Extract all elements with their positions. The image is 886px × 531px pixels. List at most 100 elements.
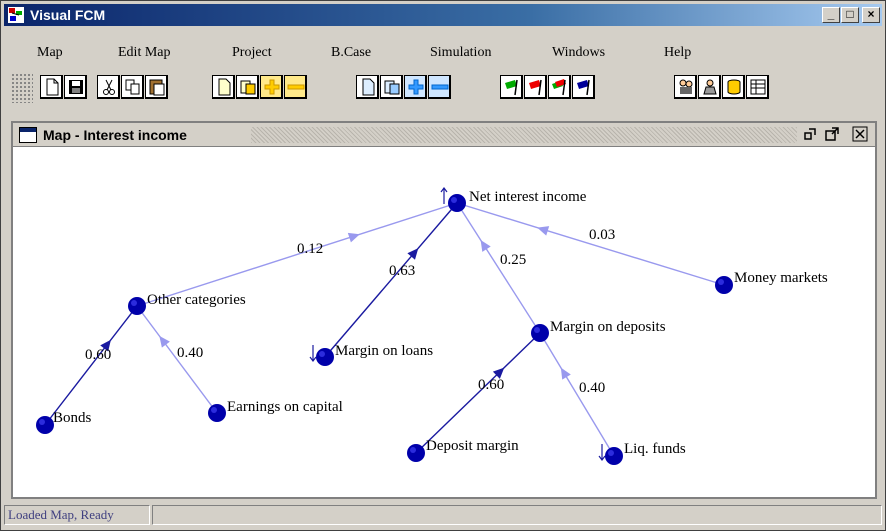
cut-icon xyxy=(103,79,115,95)
add-node-button[interactable] xyxy=(260,75,283,99)
menu-edit-map[interactable]: Edit Map xyxy=(118,45,171,61)
node-lf[interactable] xyxy=(605,447,623,465)
edge-weight-label: 0.40 xyxy=(579,380,605,396)
red-flag-icon xyxy=(529,79,542,96)
copy-icon xyxy=(125,79,140,95)
edge-arrow xyxy=(560,367,571,380)
edge-bonds-oc[interactable] xyxy=(44,305,138,426)
multi-flag-button[interactable] xyxy=(548,75,571,99)
people-button[interactable] xyxy=(674,75,697,99)
maximize-icon[interactable] xyxy=(823,126,841,143)
edge-weight-label: 0.03 xyxy=(589,227,615,243)
paste-button[interactable] xyxy=(145,75,168,99)
title-bar[interactable]: Visual FCM _ □ × xyxy=(4,4,882,26)
remove-yellow-icon xyxy=(287,84,305,90)
open-node-button[interactable] xyxy=(236,75,259,99)
node-mm[interactable] xyxy=(715,276,733,294)
remove-blue-icon xyxy=(431,84,449,90)
node-nii[interactable] xyxy=(448,194,466,212)
group-icon xyxy=(703,79,717,95)
table-icon xyxy=(750,79,766,95)
app-icon xyxy=(8,7,24,23)
save-icon xyxy=(69,80,83,94)
database-button[interactable] xyxy=(722,75,745,99)
new-icon xyxy=(46,78,59,96)
status-bar: Loaded Map, Ready xyxy=(4,503,882,527)
blue-flag-button[interactable] xyxy=(572,75,595,99)
edge-mm-nii[interactable] xyxy=(456,202,725,286)
group-button[interactable] xyxy=(698,75,721,99)
node-highlight xyxy=(131,300,137,306)
node-label-mod: Margin on deposits xyxy=(550,319,666,335)
new-button[interactable] xyxy=(40,75,63,99)
edge-arrow xyxy=(480,239,491,252)
node-highlight xyxy=(39,419,45,425)
new-edge-icon xyxy=(362,78,375,96)
copy-button[interactable] xyxy=(121,75,144,99)
blue-flag-icon xyxy=(577,79,590,96)
new-node-button[interactable] xyxy=(212,75,235,99)
node-eoc[interactable] xyxy=(208,404,226,422)
remove-edge-button[interactable] xyxy=(428,75,451,99)
database-icon xyxy=(727,79,741,95)
red-flag-button[interactable] xyxy=(524,75,547,99)
app-window: Visual FCM _ □ × Map Edit Map Project B.… xyxy=(0,0,886,531)
menu-simulation[interactable]: Simulation xyxy=(430,45,491,61)
edge-weight-label: 0.63 xyxy=(389,263,415,279)
restore-icon[interactable] xyxy=(801,126,819,143)
close-button[interactable]: × xyxy=(862,7,880,23)
menu-help[interactable]: Help xyxy=(664,45,691,61)
node-highlight xyxy=(410,447,416,453)
map-window: Map - Interest income 0.12 0.63 0.25 0.03 0.… xyxy=(11,121,877,499)
node-label-nii: Net interest income xyxy=(469,189,587,205)
edge-arrow xyxy=(347,232,360,243)
edge-weight-label: 0.60 xyxy=(85,347,111,363)
table-button[interactable] xyxy=(746,75,769,99)
map-canvas[interactable]: 0.12 0.63 0.25 0.03 0.60 0.40 0.60 0.40 Net inte… xyxy=(13,147,875,497)
save-button[interactable] xyxy=(64,75,87,99)
node-label-mm: Money markets xyxy=(734,270,828,286)
map-window-title-bar[interactable]: Map - Interest income xyxy=(13,123,875,147)
add-yellow-icon xyxy=(264,79,280,95)
node-oc[interactable] xyxy=(128,297,146,315)
node-highlight xyxy=(608,450,614,456)
node-highlight xyxy=(534,327,540,333)
new-edge-button[interactable] xyxy=(356,75,379,99)
multi-flag-icon xyxy=(552,79,566,96)
open-edge-button[interactable] xyxy=(380,75,403,99)
node-mol[interactable] xyxy=(316,348,334,366)
toolbar-grip[interactable] xyxy=(11,73,33,103)
menu-map[interactable]: Map xyxy=(37,45,63,61)
edge-weight-label: 0.60 xyxy=(478,377,504,393)
edge-dm-mod[interactable] xyxy=(415,332,541,454)
child-close-icon[interactable] xyxy=(851,126,869,143)
edge-weight-label: 0.40 xyxy=(177,345,203,361)
cut-button[interactable] xyxy=(97,75,120,99)
menu-project[interactable]: Project xyxy=(232,45,272,61)
edge-weight-label: 0.25 xyxy=(500,252,526,268)
node-label-dm: Deposit margin xyxy=(426,438,519,454)
menu-bcase[interactable]: B.Case xyxy=(331,45,371,61)
status-text: Loaded Map, Ready xyxy=(4,505,150,525)
node-highlight xyxy=(451,197,457,203)
map-window-title: Map - Interest income xyxy=(43,127,187,143)
minimize-button[interactable]: _ xyxy=(822,7,840,23)
menu-windows[interactable]: Windows xyxy=(552,45,605,61)
add-edge-button[interactable] xyxy=(404,75,427,99)
node-dm[interactable] xyxy=(407,444,425,462)
maximize-button[interactable]: □ xyxy=(841,7,859,23)
window-title: Visual FCM xyxy=(30,7,106,23)
open-edge-icon xyxy=(384,80,400,95)
edge-mod-nii[interactable] xyxy=(456,202,541,334)
paste-icon xyxy=(149,79,165,96)
node-bonds[interactable] xyxy=(36,416,54,434)
green-flag-button[interactable] xyxy=(500,75,523,99)
node-label-oc: Other categories xyxy=(147,292,246,308)
edge-mol-nii[interactable] xyxy=(324,202,458,358)
status-panel xyxy=(152,505,882,525)
node-highlight xyxy=(319,351,325,357)
remove-node-button[interactable] xyxy=(284,75,307,99)
node-mod[interactable] xyxy=(531,324,549,342)
open-node-icon xyxy=(240,80,256,95)
green-flag-icon xyxy=(505,79,518,96)
